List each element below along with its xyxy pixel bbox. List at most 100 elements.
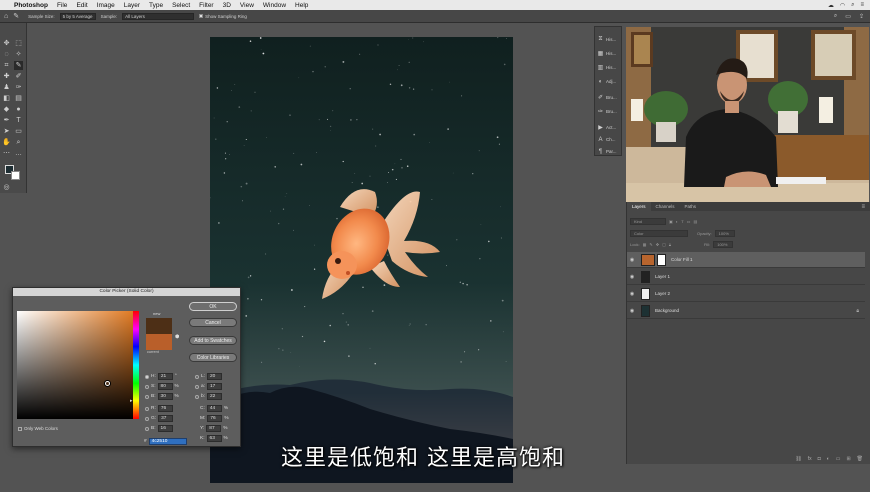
dodge-icon[interactable]: ● [14, 105, 23, 114]
opacity-field[interactable]: 100% [714, 229, 735, 237]
y-field[interactable]: Y: 87% [200, 425, 228, 432]
blue-radio[interactable] [145, 426, 149, 431]
m-field[interactable]: M: 76% [200, 415, 229, 422]
only-web-checkbox[interactable] [18, 426, 22, 431]
hue-slider[interactable] [133, 311, 139, 419]
sample-select[interactable]: All Layers [122, 12, 195, 20]
filter-shape-icon[interactable]: ▭ [687, 219, 691, 224]
fill-field[interactable]: 100% [713, 240, 734, 248]
tab-channels[interactable]: Channels [651, 202, 680, 211]
more-icon[interactable]: … [14, 149, 23, 158]
layer-row-color-fill[interactable]: ◉ Color Fill 1 [627, 252, 865, 268]
lock-move-icon[interactable]: ✥ [656, 242, 659, 247]
mask-icon[interactable]: ◘ [818, 456, 821, 462]
cc-icon[interactable]: ☁ [828, 2, 834, 9]
background-color[interactable] [11, 171, 20, 180]
gradient-icon[interactable]: ▤ [14, 94, 23, 103]
new-layer-icon[interactable]: ⊞ [846, 456, 850, 462]
s-radio[interactable] [145, 384, 149, 389]
pen-icon[interactable]: ✒ [2, 116, 11, 125]
magic-wand-icon[interactable]: ✧ [14, 50, 23, 59]
l-field[interactable]: L: 20 [195, 373, 223, 380]
only-web-colors[interactable]: Only Web Colors [18, 426, 58, 431]
panel-histogram[interactable]: ▦ His... [597, 49, 617, 58]
stamp-icon[interactable]: ♟ [2, 83, 11, 92]
a-radio[interactable] [195, 384, 199, 389]
lab-b-radio[interactable] [195, 394, 199, 399]
menu-3d[interactable]: 3D [223, 2, 231, 9]
blue-field[interactable]: B: 16 [145, 425, 173, 432]
panel-menu-icon[interactable]: ≡ [856, 202, 870, 211]
gamut-warning-icon[interactable]: ⬢ [175, 334, 179, 340]
panel-paragraph[interactable]: ¶ Par... [597, 147, 617, 156]
menu-view[interactable]: View [240, 2, 254, 9]
zoom-icon[interactable]: ⌕ [14, 138, 23, 147]
color-field[interactable] [17, 311, 139, 419]
menu-file[interactable]: File [57, 2, 67, 9]
shape-icon[interactable]: ▭ [14, 127, 23, 136]
menu-image[interactable]: Image [97, 2, 115, 9]
document-canvas[interactable] [210, 37, 513, 483]
eraser-icon[interactable]: ◧ [2, 94, 11, 103]
menu-app[interactable]: Photoshop [14, 2, 48, 9]
layer-row-background[interactable]: ◉ Background 🔒︎ [627, 303, 865, 319]
tab-layers[interactable]: Layers [627, 202, 651, 211]
marquee-icon[interactable]: ⬚ [14, 39, 23, 48]
c-field[interactable]: C: 44% [200, 405, 228, 412]
move-icon[interactable]: ✥ [2, 39, 11, 48]
current-color-swatch[interactable] [146, 334, 172, 350]
healing-icon[interactable]: ✚ [2, 72, 11, 81]
panel-history[interactable]: ⧖ His... [597, 35, 616, 44]
layer-row-layer-1[interactable]: ◉ Layer 1 [627, 269, 865, 285]
r-field[interactable]: R: 76 [145, 405, 173, 412]
blur-icon[interactable]: ◆ [2, 105, 11, 114]
hue-slider-handle[interactable]: ▸ [130, 398, 133, 404]
adjustment-icon[interactable]: ◐ [827, 456, 830, 462]
h-field[interactable]: H: 21 ° [145, 373, 177, 380]
filter-pixel-icon[interactable]: ▣ [669, 219, 673, 224]
menu-list-icon[interactable]: ≡ [860, 2, 864, 9]
b-field[interactable]: B: 30% [145, 393, 179, 400]
visibility-eye-icon[interactable]: ◉ [627, 291, 637, 297]
home-icon[interactable]: ⌂ [4, 13, 8, 20]
group-icon[interactable]: ▭ [836, 456, 841, 462]
s-field[interactable]: S: 80% [145, 383, 179, 390]
show-ring-checkbox[interactable] [199, 14, 204, 18]
fx-icon[interactable]: fx [808, 456, 812, 462]
share-icon[interactable]: ⇪ [859, 13, 864, 20]
menu-layer[interactable]: Layer [124, 2, 140, 9]
visibility-eye-icon[interactable]: ◉ [627, 274, 637, 280]
panel-brushes[interactable]: ✐ Bru... [597, 93, 617, 102]
menu-window[interactable]: Window [263, 2, 286, 9]
lab-b-field[interactable]: b: 22 [195, 393, 223, 400]
trash-icon[interactable]: 🗑︎ [857, 456, 863, 462]
search-icon[interactable]: ⌕ [834, 13, 837, 20]
lock-paint-icon[interactable]: ✎ [649, 242, 652, 247]
panel-brush-settings[interactable]: ✑ Bru... [597, 107, 617, 116]
brush-icon[interactable]: ✐ [14, 72, 23, 81]
workspace-icon[interactable]: ▭ [845, 13, 851, 20]
hex-field[interactable]: #4c2510 [144, 438, 187, 445]
lasso-icon[interactable]: ◌ [2, 50, 11, 59]
panel-actions[interactable]: ▶ Act... [597, 123, 616, 132]
filter-smart-icon[interactable]: ▤ [693, 219, 697, 224]
ok-button[interactable]: OK [189, 302, 237, 311]
lock-artboard-icon[interactable]: ▢ [662, 242, 666, 247]
color-libraries-button[interactable]: Color Libraries [189, 353, 237, 362]
lock-pixels-icon[interactable]: ▦ [643, 242, 647, 247]
filter-kind-select[interactable]: Kind [630, 217, 666, 225]
lock-all-icon[interactable]: 🔒︎ [669, 242, 671, 247]
l-radio[interactable] [195, 374, 199, 379]
eyedropper-icon[interactable]: ✎ [13, 12, 19, 20]
menu-filter[interactable]: Filter [199, 2, 213, 9]
layer-row-layer-2[interactable]: ◉ Layer 2 [627, 286, 865, 302]
tab-paths[interactable]: Paths [680, 202, 702, 211]
g-radio[interactable] [145, 416, 149, 421]
b-radio[interactable] [145, 394, 149, 399]
path-select-icon[interactable]: ➤ [2, 127, 11, 136]
eyedropper-icon[interactable]: ✎ [14, 61, 23, 70]
a-field[interactable]: a: 17 [195, 383, 223, 390]
sample-size-select[interactable]: 5 by 5 Average [59, 12, 96, 20]
cancel-button[interactable]: Cancel [189, 318, 237, 327]
color-sample-ring[interactable] [105, 381, 110, 386]
